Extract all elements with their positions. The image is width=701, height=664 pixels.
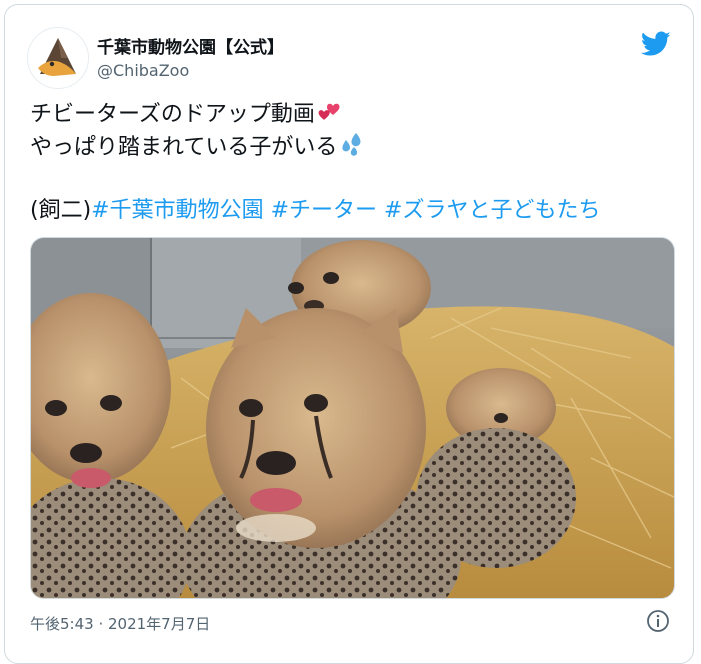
profile-avatar[interactable] [27, 27, 89, 89]
tweet-line-2: やっぱり踏まれている子がいる [30, 135, 338, 160]
account-handle[interactable]: @ChibaZoo [97, 61, 189, 80]
tweet-prefix: (飼二) [30, 198, 92, 223]
tweet-line-1: チビーターズのドアップ動画 [30, 102, 315, 127]
display-name[interactable]: 千葉市動物公園【公式】 [97, 33, 284, 58]
hashtag-chiba-zoo[interactable]: #千葉市動物公園 [91, 198, 263, 223]
hashtag-zuraya[interactable]: #ズラヤと子どもたち [384, 198, 600, 223]
cheetah-cubs-image [31, 238, 674, 598]
tweet-video[interactable] [30, 237, 675, 599]
tweet-text: チビーターズのドアップ動画 やっぱり踏まれている子がいる (飼二)#千葉市動物公… [30, 99, 600, 227]
two-hearts-icon [315, 100, 343, 134]
twitter-bird-icon[interactable] [640, 31, 671, 57]
chibazoo-logo-icon [28, 28, 88, 88]
hashtag-cheetah[interactable]: #チーター [271, 198, 377, 223]
info-icon[interactable] [646, 609, 670, 633]
tweet-card: 千葉市動物公園【公式】 @ChibaZoo チビーターズのドアップ動画 やっぱり… [4, 4, 694, 664]
tweet-timestamp[interactable]: 午後5:43 · 2021年7月7日 [30, 613, 210, 634]
sweat-droplets-icon [337, 131, 365, 167]
